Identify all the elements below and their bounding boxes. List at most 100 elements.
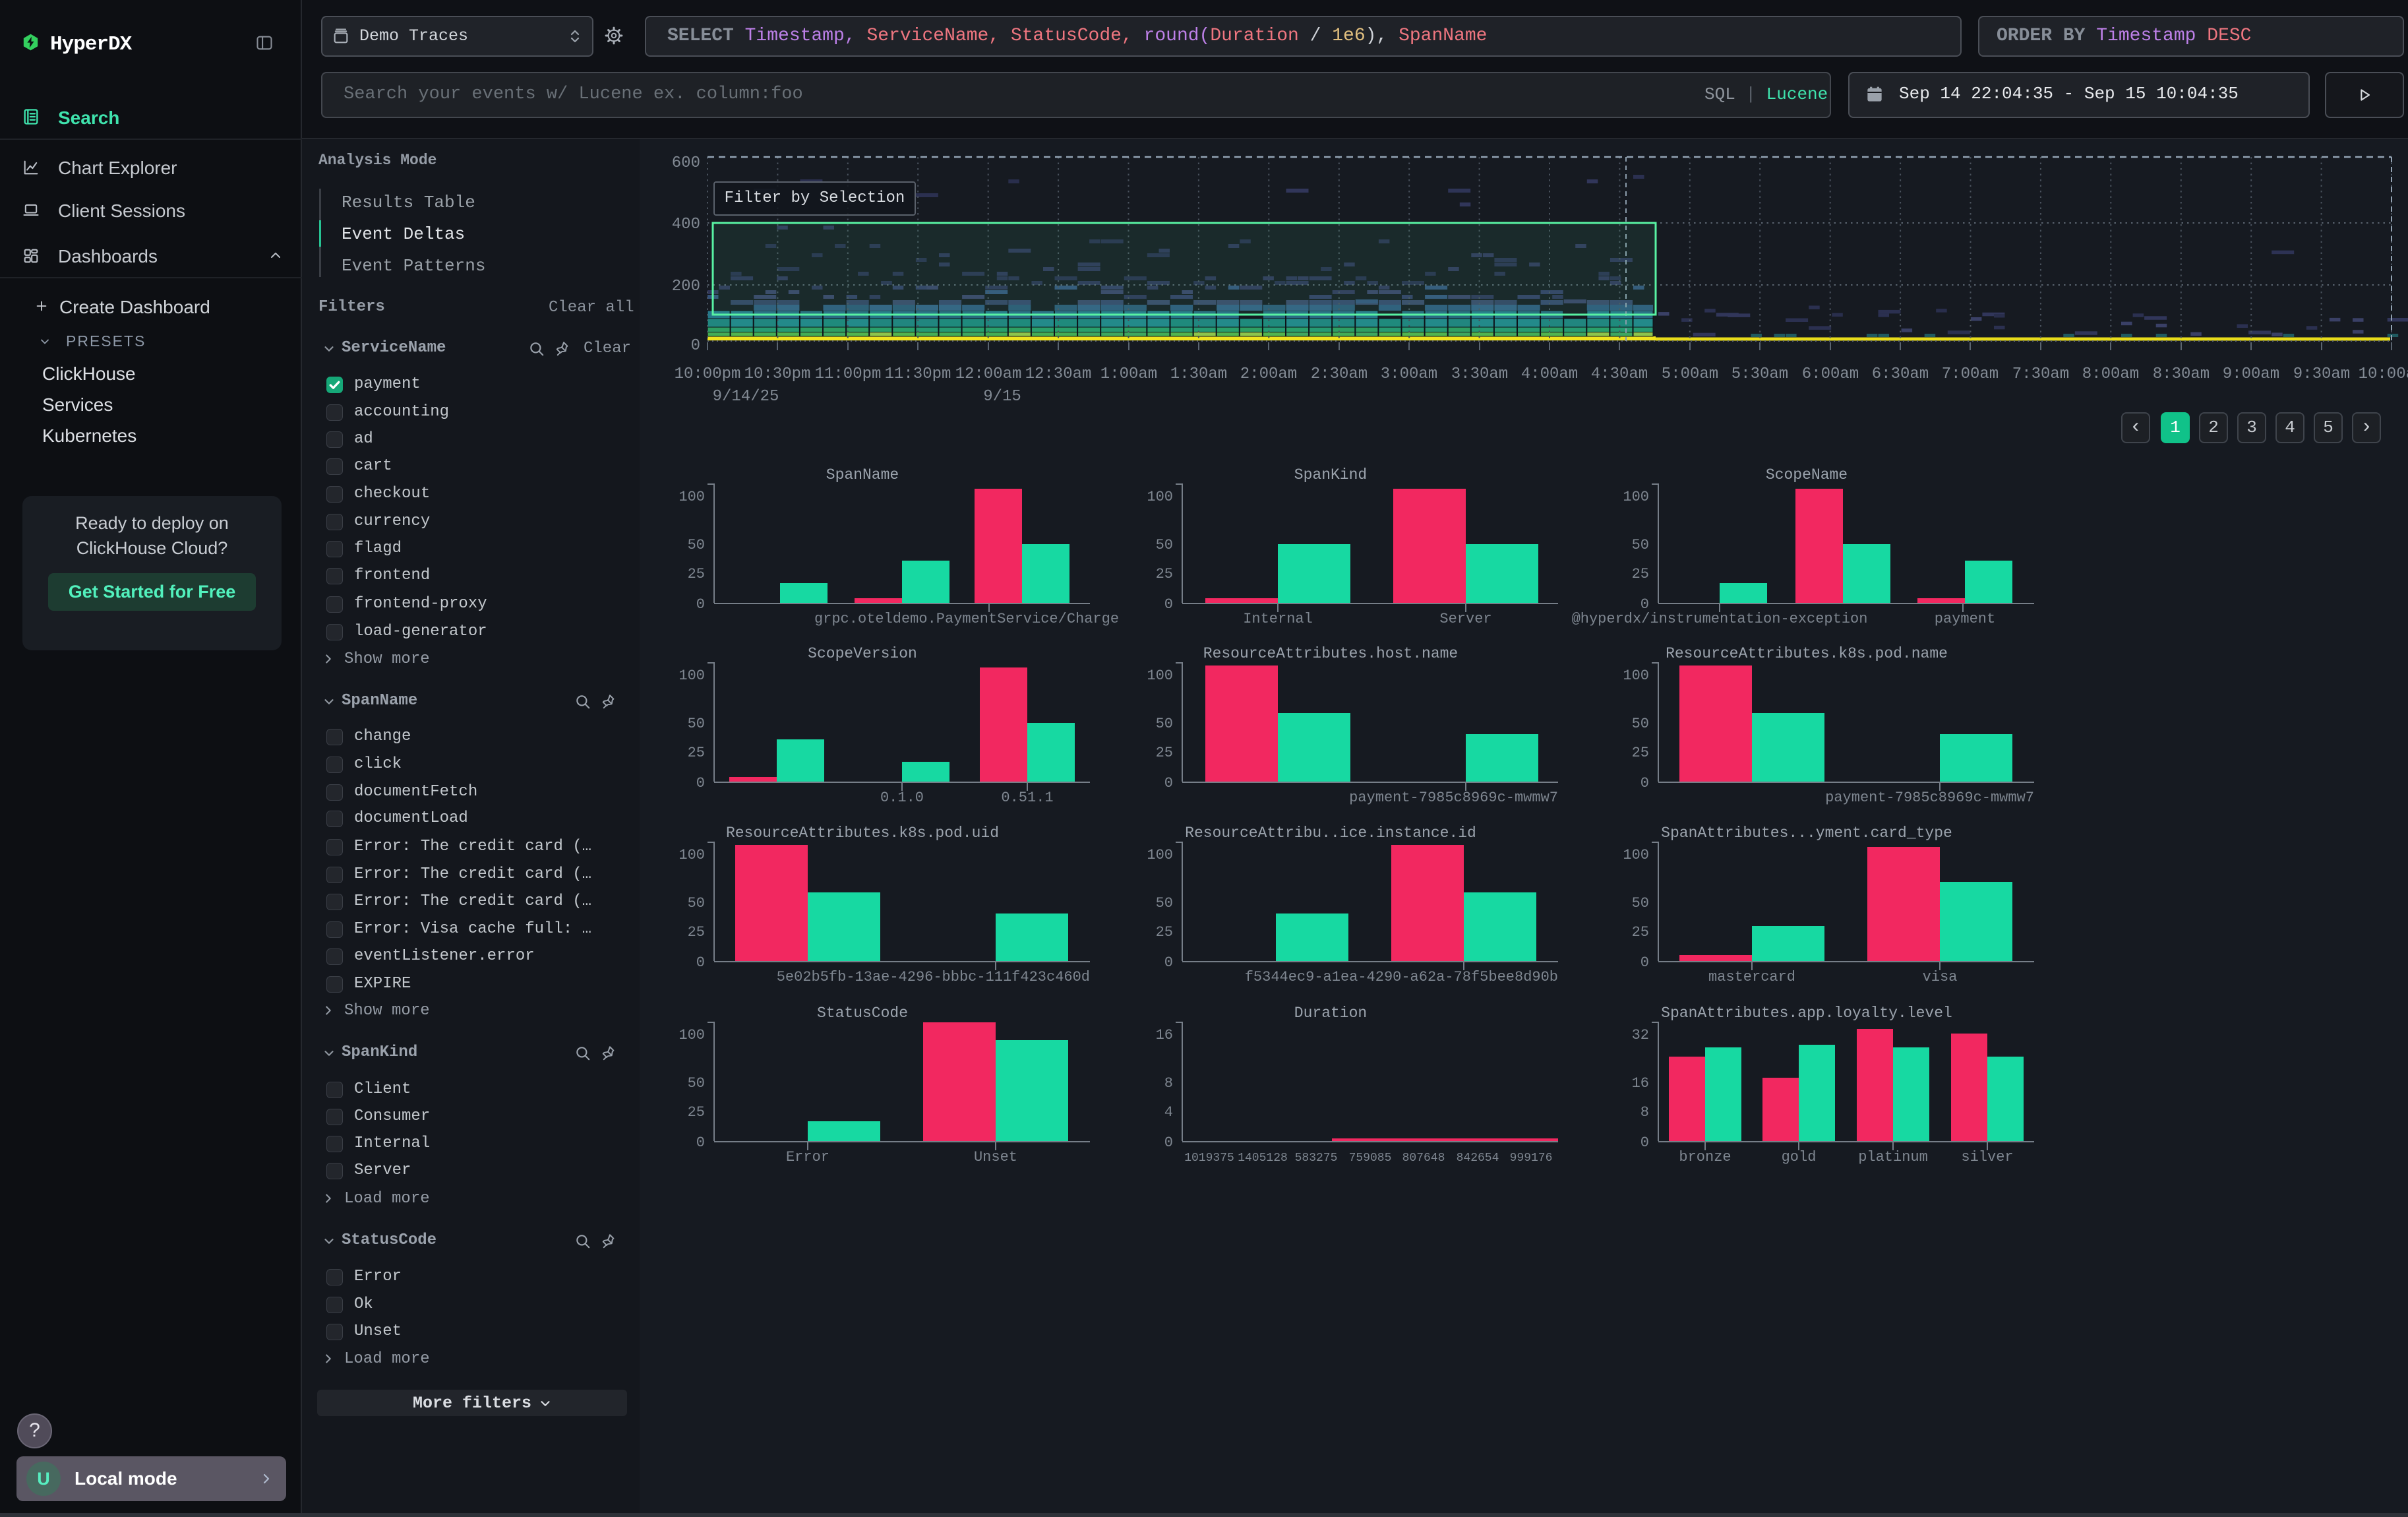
svg-text:0: 0	[696, 1134, 705, 1151]
svg-text:50: 50	[688, 537, 705, 553]
svg-text:1405128: 1405128	[1238, 1152, 1288, 1165]
svg-text:SpanKind: SpanKind	[1294, 466, 1367, 483]
svg-text:gold: gold	[1782, 1149, 1817, 1165]
svg-text:0: 0	[1164, 954, 1173, 971]
svg-text:5e02b5fb-13ae-4296-bbbc-111f42: 5e02b5fb-13ae-4296-bbbc-111f423c460d	[777, 969, 1090, 985]
svg-text:6:00am: 6:00am	[1802, 365, 1859, 383]
svg-text:payment-7985c8969c-mwmw7: payment-7985c8969c-mwmw7	[1825, 789, 2034, 806]
svg-text:999176: 999176	[1510, 1152, 1553, 1165]
svg-text:0: 0	[696, 775, 705, 791]
svg-text:5:30am: 5:30am	[1731, 365, 1788, 383]
svg-text:9/14/25: 9/14/25	[713, 388, 779, 406]
svg-text:9:00am: 9:00am	[2223, 365, 2279, 383]
svg-text:Server: Server	[1439, 611, 1491, 627]
svg-text:4:30am: 4:30am	[1591, 365, 1648, 383]
svg-text:0: 0	[691, 337, 700, 355]
svg-text:payment-7985c8969c-mwmw7: payment-7985c8969c-mwmw7	[1349, 789, 1558, 806]
svg-text:1019375: 1019375	[1184, 1152, 1234, 1165]
svg-text:16: 16	[1156, 1027, 1173, 1043]
svg-text:3:00am: 3:00am	[1381, 365, 1437, 383]
svg-text:842654: 842654	[1457, 1152, 1499, 1165]
svg-text:100: 100	[1147, 667, 1173, 684]
svg-text:10:00pm: 10:00pm	[675, 365, 741, 383]
svg-text:25: 25	[688, 745, 705, 761]
svg-text:StatusCode: StatusCode	[817, 1005, 908, 1022]
svg-text:11:30pm: 11:30pm	[885, 365, 951, 383]
svg-text:100: 100	[1623, 489, 1649, 505]
svg-text:8: 8	[1640, 1104, 1649, 1121]
svg-text:50: 50	[688, 1075, 705, 1092]
svg-text:600: 600	[672, 154, 700, 172]
svg-text:10:30pm: 10:30pm	[744, 365, 811, 383]
svg-text:32: 32	[1632, 1027, 1649, 1043]
svg-text:50: 50	[1156, 537, 1173, 553]
svg-text:25: 25	[688, 924, 705, 941]
svg-text:mastercard: mastercard	[1708, 969, 1795, 985]
svg-text:1:00am: 1:00am	[1100, 365, 1157, 383]
svg-text:2:30am: 2:30am	[1311, 365, 1368, 383]
svg-text:4: 4	[1164, 1104, 1173, 1121]
svg-text:100: 100	[678, 1027, 705, 1043]
svg-text:25: 25	[688, 1104, 705, 1121]
svg-text:807648: 807648	[1402, 1152, 1445, 1165]
svg-text:11:00pm: 11:00pm	[815, 365, 882, 383]
svg-text:5:00am: 5:00am	[1662, 365, 1718, 383]
svg-text:400: 400	[672, 216, 700, 233]
svg-text:bronze: bronze	[1679, 1149, 1731, 1165]
svg-text:25: 25	[688, 566, 705, 582]
svg-text:25: 25	[1156, 745, 1173, 761]
svg-text:0: 0	[1640, 954, 1649, 971]
svg-text:0: 0	[1640, 1134, 1649, 1151]
svg-text:0.1.0: 0.1.0	[880, 789, 924, 806]
svg-text:25: 25	[1632, 745, 1649, 761]
svg-text:16: 16	[1632, 1075, 1649, 1092]
svg-text:ScopeName: ScopeName	[1766, 466, 1848, 483]
svg-text:0: 0	[1164, 775, 1173, 791]
svg-text:50: 50	[1632, 716, 1649, 732]
svg-text:100: 100	[678, 489, 705, 505]
svg-text:2:00am: 2:00am	[1240, 365, 1297, 383]
svg-text:100: 100	[1147, 847, 1173, 863]
svg-text:100: 100	[1147, 489, 1173, 505]
svg-text:ResourceAttribu..ice.instance.: ResourceAttribu..ice.instance.id	[1185, 824, 1476, 842]
svg-text:25: 25	[1632, 566, 1649, 582]
svg-text:f5344ec9-a1ea-4290-a62a-78f5be: f5344ec9-a1ea-4290-a62a-78f5bee8d90b	[1245, 969, 1558, 985]
svg-text:50: 50	[1632, 537, 1649, 553]
svg-text:3:30am: 3:30am	[1451, 365, 1508, 383]
svg-text:12:00am: 12:00am	[955, 365, 1022, 383]
svg-text:0: 0	[1164, 1134, 1173, 1151]
svg-text:Unset: Unset	[974, 1149, 1017, 1165]
svg-text:100: 100	[1623, 667, 1649, 684]
svg-text:grpc.oteldemo.PaymentService/C: grpc.oteldemo.PaymentService/Charge	[814, 611, 1119, 627]
svg-text:visa: visa	[1923, 969, 1958, 985]
svg-text:Error: Error	[786, 1149, 829, 1165]
svg-text:8:30am: 8:30am	[2153, 365, 2210, 383]
svg-text:0: 0	[1640, 775, 1649, 791]
svg-text:4:00am: 4:00am	[1521, 365, 1578, 383]
svg-text:silver: silver	[1961, 1149, 2013, 1165]
svg-text:8: 8	[1164, 1075, 1173, 1092]
svg-text:Duration: Duration	[1294, 1005, 1367, 1022]
svg-text:ResourceAttributes.k8s.pod.nam: ResourceAttributes.k8s.pod.name	[1666, 645, 1948, 662]
svg-text:25: 25	[1156, 924, 1173, 941]
svg-text:7:30am: 7:30am	[2012, 365, 2069, 383]
svg-text:50: 50	[1156, 895, 1173, 912]
svg-text:50: 50	[688, 895, 705, 912]
svg-text:0: 0	[696, 596, 705, 613]
svg-text:9:30am: 9:30am	[2293, 365, 2350, 383]
svg-text:1:30am: 1:30am	[1170, 365, 1227, 383]
svg-text:ResourceAttributes.k8s.pod.uid: ResourceAttributes.k8s.pod.uid	[726, 824, 999, 842]
svg-text:0.51.1: 0.51.1	[1001, 789, 1053, 806]
svg-text:9/15: 9/15	[983, 388, 1021, 406]
svg-text:25: 25	[1156, 566, 1173, 582]
svg-text:ResourceAttributes.host.name: ResourceAttributes.host.name	[1203, 645, 1458, 662]
svg-text:payment: payment	[1935, 611, 1995, 627]
svg-text:50: 50	[1156, 716, 1173, 732]
svg-text:Internal: Internal	[1243, 611, 1313, 627]
svg-text:100: 100	[1623, 847, 1649, 863]
svg-text:12:30am: 12:30am	[1025, 365, 1092, 383]
svg-text:50: 50	[1632, 895, 1649, 912]
svg-text:SpanName: SpanName	[826, 466, 899, 483]
svg-text:583275: 583275	[1295, 1152, 1338, 1165]
svg-text:0: 0	[696, 954, 705, 971]
